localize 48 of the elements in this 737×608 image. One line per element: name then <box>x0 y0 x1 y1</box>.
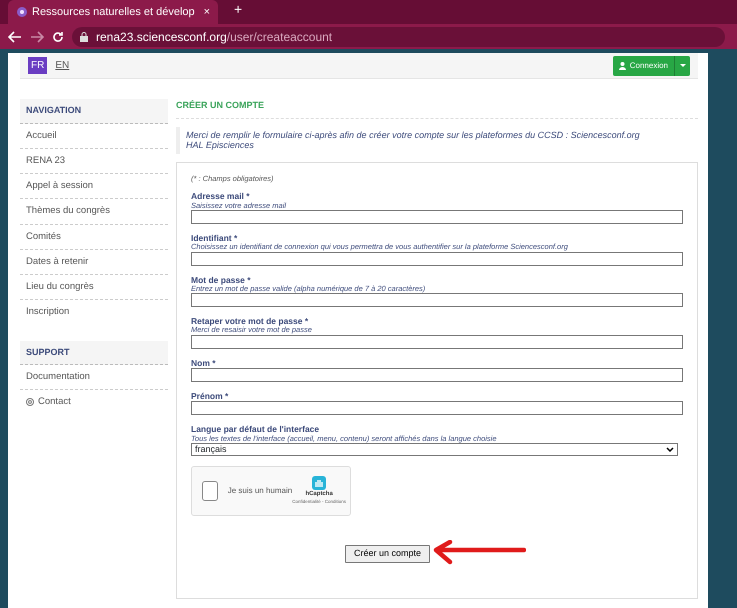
dropdown-toggle-button[interactable] <box>674 56 690 76</box>
address-bar[interactable]: rena23.sciencesconf.org/user/createaccount <box>72 26 725 46</box>
intro-text: Merci de remplir le formulaire ci-après afin de créer votre compte sur les plateformes du CCSD : Sciencesconf.org <box>186 130 641 140</box>
sidebar-link[interactable]: Lieu du congrès <box>20 275 168 300</box>
user-icon <box>618 62 626 70</box>
sidebar-link[interactable]: Accueil <box>20 124 168 149</box>
back-icon[interactable] <box>8 30 22 42</box>
field-label: Adresse mail * <box>191 192 251 202</box>
captcha-label: Je suis un humain <box>228 485 292 497</box>
tab-close-button[interactable]: × <box>204 4 210 20</box>
field-label: Langue par défaut de l'interface <box>191 425 320 435</box>
forward-icon[interactable] <box>30 30 44 42</box>
sidebar-link[interactable]: Comités <box>20 224 168 250</box>
field-label: Retaper votre mot de passe * <box>191 317 310 326</box>
language-select[interactable]: français <box>191 443 678 456</box>
input-field[interactable] <box>191 252 683 266</box>
submit-button[interactable]: Créer un compte <box>345 545 430 563</box>
sidebar-link[interactable]: RENA 23 <box>20 148 168 174</box>
chevron-down-icon <box>666 447 674 452</box>
lock-icon <box>80 32 88 42</box>
language-link[interactable]: FR <box>28 57 48 74</box>
field-label: Nom * <box>191 358 217 368</box>
new-tab-button[interactable]: + <box>234 0 242 20</box>
intro-text: HAL Episciences <box>186 140 255 152</box>
field-label: Mot de passe * <box>191 276 252 285</box>
reload-icon[interactable] <box>52 30 64 42</box>
browser-tab[interactable]: Ressources naturelles et dévelop × <box>8 0 218 24</box>
sidebar-link[interactable]: Contact <box>20 390 168 414</box>
field-label: Identifiant * <box>191 234 238 244</box>
sidebar-heading: SUPPORT <box>20 340 168 365</box>
input-field[interactable] <box>191 334 683 349</box>
sidebar-link[interactable]: Appel à session <box>20 174 168 200</box>
input-field[interactable] <box>191 401 683 416</box>
page-title: CRÉER UN COMPTE <box>176 99 698 118</box>
sidebar-link[interactable]: Inscription <box>20 300 168 324</box>
tab-title: Ressources naturelles et dévelop <box>32 4 196 20</box>
captcha-checkbox[interactable] <box>202 481 218 501</box>
sidebar-heading: NAVIGATION <box>20 99 168 124</box>
sidebar-link[interactable]: Documentation <box>20 365 168 390</box>
url-text: rena23.sciencesconf.org/user/createaccount <box>96 28 332 46</box>
caret-icon <box>680 64 686 68</box>
sidebar-link[interactable]: Thèmes du congrès <box>20 199 168 224</box>
input-field[interactable] <box>191 210 683 224</box>
input-field[interactable] <box>191 368 683 382</box>
sidebar-link[interactable]: Dates à retenir <box>20 250 168 275</box>
language-link[interactable]: EN <box>55 58 70 73</box>
input-field[interactable] <box>191 293 683 308</box>
field-label: Prénom * <box>191 392 230 402</box>
